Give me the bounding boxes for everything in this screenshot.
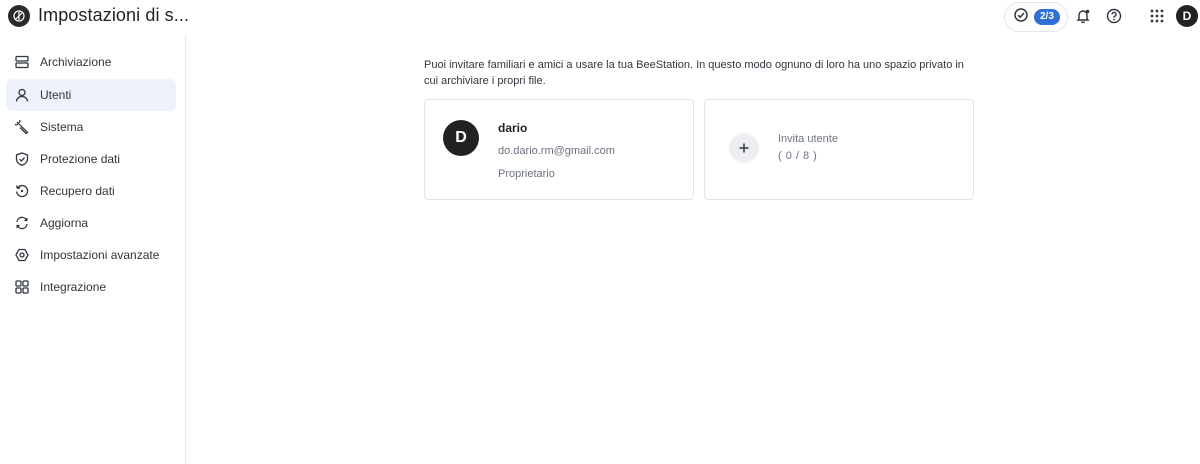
intro-text: Puoi invitare familiari e amici a usare … <box>424 59 964 87</box>
app-title: Impostazioni di s... <box>38 5 190 25</box>
sidebar-item-label: Archiviazione <box>40 55 112 69</box>
integration-icon <box>14 279 30 295</box>
storage-icon <box>14 54 30 70</box>
task-check-icon <box>1013 7 1029 28</box>
shield-check-icon <box>14 151 30 167</box>
user-card-avatar: D <box>443 120 479 156</box>
wrench-icon <box>14 119 30 135</box>
user-role: Proprietario <box>498 168 555 180</box>
sidebar: Archiviazione Utenti Sistema Protezione … <box>0 34 186 464</box>
logo-icon <box>8 5 30 27</box>
sidebar-item-impostazioni-avanzate[interactable]: Impostazioni avanzate <box>6 239 176 271</box>
sidebar-item-label: Sistema <box>40 120 84 134</box>
app-header: Impostazioni di s... 2/3 D <box>0 0 1200 34</box>
tasks-button[interactable]: 2/3 <box>1004 2 1068 32</box>
tasks-badge: 2/3 <box>1034 9 1060 25</box>
refresh-icon <box>14 215 30 231</box>
sidebar-item-label: Recupero dati <box>40 184 115 198</box>
help-icon[interactable] <box>1105 7 1123 25</box>
invite-user-label: Invita utente <box>778 133 838 145</box>
plus-icon[interactable] <box>729 133 759 163</box>
sidebar-item-label: Protezione dati <box>40 152 121 166</box>
advanced-settings-icon <box>14 247 30 263</box>
sidebar-item-archiviazione[interactable]: Archiviazione <box>6 46 176 78</box>
user-icon <box>14 87 30 103</box>
sidebar-item-integrazione[interactable]: Integrazione <box>6 271 176 303</box>
invite-user-card[interactable]: Invita utente ( 0 / 8 ) <box>704 99 974 200</box>
sidebar-item-recupero-dati[interactable]: Recupero dati <box>6 175 176 207</box>
user-email: do.dario.rm@gmail.com <box>498 145 615 157</box>
sidebar-item-sistema[interactable]: Sistema <box>6 111 176 143</box>
user-name: dario <box>498 121 528 135</box>
user-avatar[interactable]: D <box>1176 5 1198 27</box>
sidebar-item-label: Aggiorna <box>40 216 89 230</box>
apps-grid-icon[interactable] <box>1148 7 1166 25</box>
sidebar-item-aggiorna[interactable]: Aggiorna <box>6 207 176 239</box>
sidebar-item-label: Integrazione <box>40 280 107 294</box>
sidebar-item-label: Impostazioni avanzate <box>40 248 160 262</box>
sidebar-item-label: Utenti <box>40 88 72 102</box>
restore-icon <box>14 183 30 199</box>
user-card[interactable]: D dario do.dario.rm@gmail.com Proprietar… <box>424 99 694 200</box>
sidebar-item-utenti[interactable]: Utenti <box>6 79 176 111</box>
bell-icon[interactable] <box>1074 7 1092 25</box>
sidebar-item-protezione-dati[interactable]: Protezione dati <box>6 143 176 175</box>
invite-user-count: ( 0 / 8 ) <box>778 150 818 162</box>
